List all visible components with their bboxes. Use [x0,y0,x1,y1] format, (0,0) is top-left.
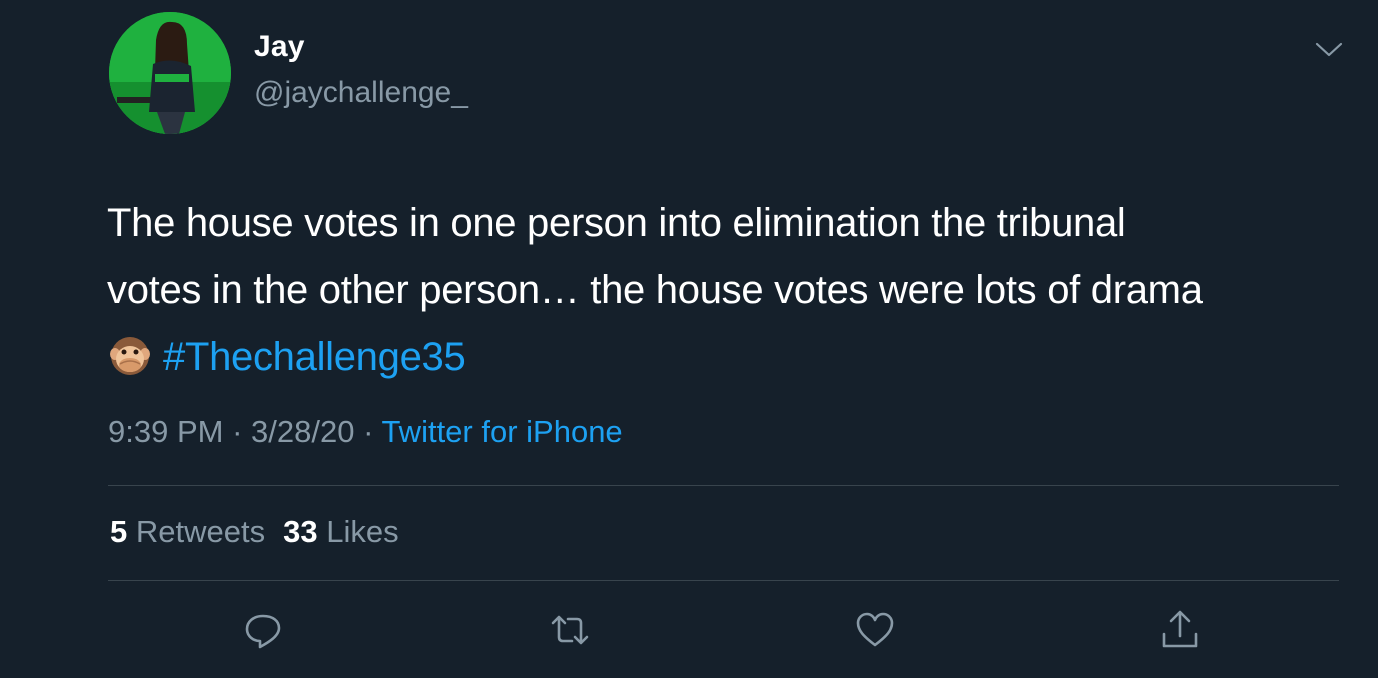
retweets-count: 5 [110,514,128,549]
likes-stat[interactable]: 33 Likes [283,514,398,549]
tweet-text-line: The house votes in one person into elimi… [107,201,1126,245]
hashtag-link[interactable]: #Thechallenge35 [163,335,466,379]
likes-label: Likes [326,514,399,549]
share-icon [1162,610,1198,648]
retweets-stat[interactable]: 5 Retweets [110,514,265,549]
like-icon [856,612,894,647]
reply-icon [245,614,281,649]
separator: · [354,414,382,449]
display-name[interactable]: Jay [254,30,305,64]
engagement-stats: 5 Retweets 33 Likes [110,514,399,550]
divider [108,485,1339,486]
chevron-down-icon[interactable] [1311,38,1347,62]
share-button[interactable] [1160,610,1200,650]
likes-count: 33 [283,514,318,549]
source-link[interactable]: Twitter for iPhone [381,414,622,449]
tweet-metadata: 9:39 PM · 3/28/20 · Twitter for iPhone [108,414,623,450]
retweets-label: Retweets [135,514,266,549]
user-handle[interactable]: @jaychallenge_ [254,76,468,110]
avatar[interactable] [109,12,231,134]
tweet-detail: Jay @jaychallenge_ The house votes in on… [0,0,1378,678]
retweet-button[interactable] [550,610,590,650]
tweet-time: 9:39 PM [108,414,224,449]
like-button[interactable] [855,610,895,650]
tweet-date: 3/28/20 [251,414,355,449]
tweet-text-line: #Thechallenge35 [107,324,1347,391]
tweet-text: The house votes in one person into elimi… [107,190,1347,391]
divider [108,580,1339,581]
speak-no-evil-monkey-icon [107,332,153,378]
retweet-icon [551,615,589,645]
separator: · [223,414,252,449]
tweet-text-line: votes in the other person… the house vot… [107,268,1203,312]
reply-button[interactable] [243,610,283,650]
